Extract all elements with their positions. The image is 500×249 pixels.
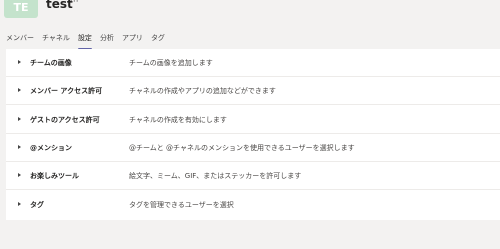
setting-description: @チームと @チャネルのメンションを使用できるユーザーを選択します [129,144,355,152]
setting-title: ゲストのアクセス許可 [30,116,100,124]
tab-settings[interactable]: 設定 [77,33,92,50]
chevron-right-icon [18,202,21,206]
settings-panel: チームの画像 チームの画像を追加します メンバー アクセス許可 チャネルの作成や… [6,49,500,220]
setting-title: タグ [30,201,44,209]
setting-description: タグを管理できるユーザーを選択 [129,201,234,209]
setting-description: チームの画像を追加します [129,59,213,67]
chevron-right-icon [18,88,21,92]
setting-title: メンバー アクセス許可 [30,87,103,95]
settings-row-team-picture[interactable]: チームの画像 チームの画像を追加します [6,49,500,77]
settings-row-tags[interactable]: タグ タグを管理できるユーザーを選択 [6,191,500,219]
team-avatar[interactable]: TE [4,0,38,18]
setting-title: @メンション [30,144,72,152]
setting-description: 絵文字、ミーム、GIF、またはステッカーを許可します [129,172,302,180]
settings-row-member-permissions[interactable]: メンバー アクセス許可 チャネルの作成やアプリの追加などができます [6,77,500,105]
tab-tags[interactable]: タグ [151,33,165,47]
tab-channels[interactable]: チャネル [42,33,70,47]
settings-row-mentions[interactable]: @メンション @チームと @チャネルのメンションを使用できるユーザーを選択します [6,134,500,162]
settings-row-fun-stuff[interactable]: お楽しみツール 絵文字、ミーム、GIF、またはステッカーを許可します [6,162,500,190]
chevron-right-icon [18,145,21,149]
more-options-icon[interactable]: ··· [70,0,79,7]
chevron-right-icon [18,60,21,64]
setting-description: チャネルの作成を有効にします [129,116,227,124]
chevron-right-icon [18,117,21,121]
tab-members[interactable]: メンバー [6,33,34,47]
team-name: test [46,0,73,11]
chevron-right-icon [18,173,21,177]
setting-title: チームの画像 [30,59,72,67]
tab-analytics[interactable]: 分析 [100,33,114,47]
team-header: TE test ··· [0,0,500,30]
setting-description: チャネルの作成やアプリの追加などができます [129,87,276,95]
settings-row-guest-permissions[interactable]: ゲストのアクセス許可 チャネルの作成を有効にします [6,106,500,134]
team-tabs: メンバー チャネル 設定 分析 アプリ タグ [6,33,173,50]
setting-title: お楽しみツール [30,172,79,180]
tab-apps[interactable]: アプリ [122,33,143,47]
